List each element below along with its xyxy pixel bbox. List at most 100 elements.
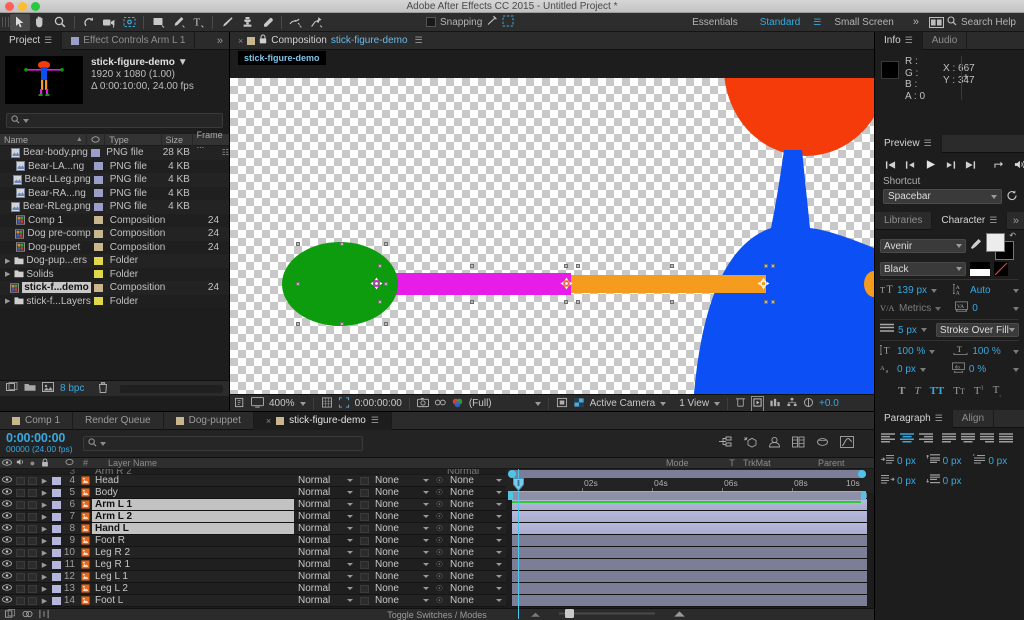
layer-preserve-transparency-toggle[interactable] (357, 584, 371, 593)
eyedropper-icon[interactable] (970, 238, 982, 254)
zoom-chevron-down-icon[interactable] (299, 401, 306, 406)
project-item-label-color[interactable] (91, 162, 110, 171)
layer-parent-select[interactable]: None (446, 511, 506, 522)
project-item-row[interactable]: Dog-puppet Composition 24 (0, 240, 229, 254)
timeline-zoom-scrollbar[interactable] (508, 470, 866, 478)
tab-paragraph[interactable]: Paragraph ☰ (875, 409, 953, 428)
layer-parent-select[interactable]: None (446, 499, 506, 510)
layer-solo-toggle[interactable] (26, 596, 38, 605)
layer-preserve-transparency-toggle[interactable] (357, 548, 371, 557)
project-search-input[interactable] (6, 113, 223, 128)
layer-trkmat-select[interactable]: None (371, 559, 433, 570)
project-tabs-overflow-icon[interactable]: » (217, 35, 229, 47)
layer-parent-select[interactable]: None (446, 487, 506, 498)
layer-video-toggle[interactable] (0, 547, 14, 558)
preview-reset-icon[interactable] (1006, 190, 1018, 204)
zoom-in-timeline-icon[interactable] (673, 610, 686, 620)
layer-audio-toggle[interactable] (14, 584, 26, 593)
tsume-chevron-down-icon[interactable] (1013, 367, 1019, 372)
project-item-row[interactable]: ▶ Solids Folder (0, 267, 229, 281)
font-size-chevron-down-icon[interactable] (931, 288, 938, 293)
layer-label-color[interactable] (51, 584, 62, 593)
parent-pickwhip-icon[interactable]: ☉ (433, 488, 446, 497)
parent-pickwhip-icon[interactable]: ☉ (433, 476, 446, 485)
main-view-icon[interactable] (251, 396, 264, 411)
parent-pickwhip-icon[interactable]: ☉ (433, 584, 446, 593)
workspace-small-screen[interactable]: Small Screen (823, 17, 904, 28)
zoom-level-value[interactable]: 400% (269, 398, 295, 409)
zoom-scrollbar-left-cap[interactable] (508, 470, 516, 478)
layer-name[interactable]: Leg R 1 (92, 559, 294, 570)
project-item-row[interactable]: Bear-RA...ng PNG file 4 KB (0, 186, 229, 200)
layer-row[interactable]: ▶ 8 Hand L Normal None ☉ None (0, 523, 506, 535)
layer-name[interactable]: Arm L 1 (92, 499, 294, 510)
region-of-interest-icon[interactable] (338, 396, 350, 411)
parent-pickwhip-icon[interactable]: ☉ (433, 536, 446, 545)
column-size[interactable]: Size (162, 133, 193, 146)
roto-brush-tool-icon[interactable] (286, 14, 306, 31)
toggle-timeline-stretch-icon[interactable] (39, 609, 49, 620)
superscript-button[interactable]: T1 (974, 385, 984, 397)
layer-solo-toggle[interactable] (26, 560, 38, 569)
layer-rows-container[interactable]: 3 Arm R 2 Normal ▶ 4 Head Normal None ☉ None ▶ 5 Bod… (0, 469, 506, 619)
subscript-button[interactable]: T, (993, 384, 1001, 398)
resolution-value[interactable]: (Full) (469, 398, 492, 409)
layer-label-color[interactable] (51, 572, 62, 581)
layer-audio-toggle[interactable] (14, 512, 26, 521)
layer-video-toggle[interactable] (0, 595, 14, 606)
layer-trkmat-select[interactable]: None (371, 583, 433, 594)
layer-row[interactable]: ▶ 5 Body Normal None ☉ None (0, 487, 506, 499)
all-caps-button[interactable]: TT (930, 385, 945, 397)
timeline-tab[interactable]: Dog-puppet (164, 411, 254, 430)
layer-name[interactable]: Leg L 1 (92, 571, 294, 582)
layer-name[interactable]: Foot R (92, 535, 294, 546)
project-item-label-color[interactable] (91, 202, 110, 211)
close-icon[interactable]: × (238, 36, 243, 46)
layer-expand-triangle-icon[interactable]: ▶ (38, 501, 51, 509)
layer-solo-toggle[interactable] (26, 572, 38, 581)
toggle-transparency-grid-icon[interactable] (573, 397, 585, 411)
layer-parent-select[interactable]: None (446, 571, 506, 582)
layer-expand-triangle-icon[interactable]: ▶ (38, 573, 51, 581)
layer-parent-select[interactable]: None (446, 559, 506, 570)
timeline-current-time[interactable]: 0:00:00:00 00000 (24.00 fps) (0, 431, 73, 455)
space-after-field[interactable]: 0 px (925, 474, 973, 488)
layer-label-color[interactable] (51, 476, 62, 485)
draft-3d-icon[interactable] (743, 436, 757, 452)
workspace-menu-icon[interactable]: ☰ (811, 17, 823, 28)
layer-preserve-transparency-toggle[interactable] (357, 536, 371, 545)
toggle-switches-icon-2[interactable] (22, 609, 33, 620)
baseline-shift-value[interactable]: 0 px (897, 364, 916, 375)
zoom-scrollbar-right-cap[interactable] (858, 470, 866, 478)
fill-color-swatch[interactable] (986, 233, 1005, 252)
layer-trkmat-select[interactable]: None (371, 487, 433, 498)
rotation-tool-icon[interactable] (79, 14, 99, 31)
layer-preserve-transparency-toggle[interactable] (357, 488, 371, 497)
project-item-name-cell[interactable]: Comp 1 (0, 215, 91, 226)
layer-row[interactable]: ▶ 4 Head Normal None ☉ None (0, 475, 506, 487)
exposure-value[interactable]: +0.0 (819, 398, 839, 409)
new-folder-icon[interactable] (24, 382, 36, 395)
tab-align[interactable]: Align (953, 409, 995, 428)
column-type[interactable]: Type (105, 133, 162, 146)
font-style-select[interactable]: Black (880, 262, 966, 276)
layer-preserve-transparency-toggle[interactable] (357, 596, 371, 605)
project-item-name-cell[interactable]: ▶ stick-f...Layers (0, 296, 91, 307)
stroke-order-select[interactable]: Stroke Over Fill (935, 323, 1019, 337)
project-item-row[interactable]: Bear-LA...ng PNG file 4 KB (0, 159, 229, 173)
preview-shortcut-select[interactable]: Spacebar (883, 189, 1002, 204)
panel-divider-horizontal[interactable] (0, 411, 874, 412)
anchor-point-shoulder[interactable] (757, 277, 770, 290)
view-count-value[interactable]: 1 View (679, 398, 709, 409)
project-item-row[interactable]: Bear-RLeg.png PNG file 4 KB (0, 200, 229, 214)
layer-label-color[interactable] (51, 596, 62, 605)
project-item-name-cell[interactable]: Bear-LLeg.png (0, 174, 91, 185)
leading-value[interactable]: Auto (970, 285, 991, 296)
toggle-switches-modes-icon[interactable] (5, 608, 16, 620)
project-item-name-cell[interactable]: Dog pre-comp (0, 228, 91, 239)
column-frame[interactable]: Frame ... (193, 130, 229, 150)
layer-solo-toggle[interactable] (26, 536, 38, 545)
workspace-layout-icon[interactable] (927, 14, 947, 31)
layer-trkmat-select[interactable]: None (371, 523, 433, 534)
layer-audio-toggle[interactable] (14, 536, 26, 545)
